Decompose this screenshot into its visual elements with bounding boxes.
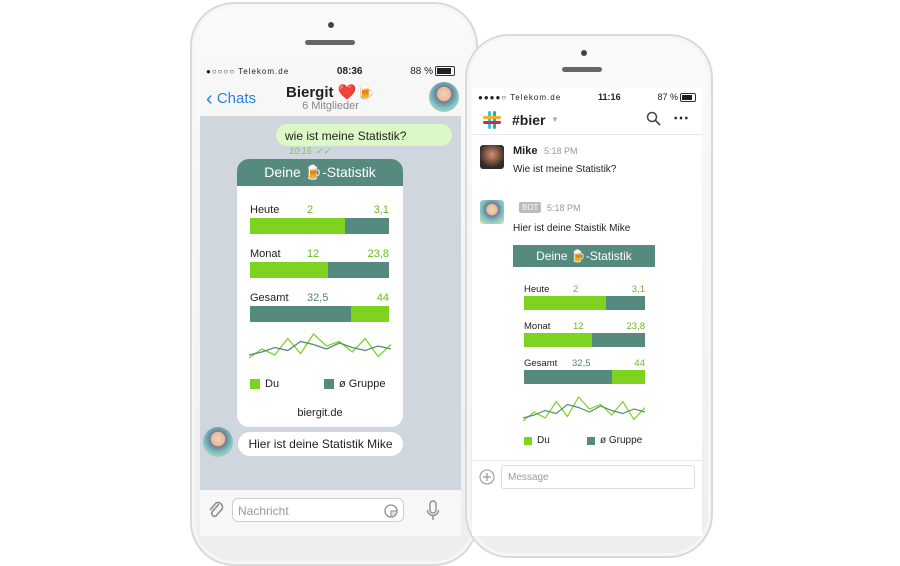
battery-status: 88 % bbox=[410, 66, 455, 77]
message-time: 5:18 PM bbox=[544, 146, 578, 156]
stat-group-value: 23,8 bbox=[367, 248, 389, 260]
sparkline-du bbox=[249, 333, 391, 359]
stat-bar bbox=[250, 218, 389, 234]
status-time: 08:36 bbox=[336, 65, 363, 77]
card-footer[interactable]: biergit.de bbox=[237, 407, 403, 419]
stat-group-value: 3,1 bbox=[631, 284, 645, 295]
stat-bar bbox=[250, 306, 389, 322]
microphone-icon[interactable] bbox=[426, 500, 440, 522]
battery-status: 87 % bbox=[657, 92, 696, 103]
message-input-bar: Nachricht bbox=[200, 489, 461, 536]
message-input[interactable]: Nachricht bbox=[232, 498, 404, 522]
sender-name[interactable]: Mike bbox=[513, 145, 537, 157]
status-time: 11:16 bbox=[598, 92, 621, 102]
divider bbox=[472, 460, 702, 461]
stat-bar-du bbox=[524, 333, 592, 347]
status-bar: ●●●●○ Telekom.de 11:16 87 % bbox=[472, 88, 702, 106]
read-checkmarks-icon: ✓✓ bbox=[315, 146, 331, 156]
stat-bar-du bbox=[351, 306, 389, 322]
mike-avatar[interactable] bbox=[480, 145, 504, 169]
legend-gruppe-swatch bbox=[587, 437, 595, 445]
legend-gruppe: ø Gruppe bbox=[339, 378, 386, 390]
message-time: 5:18 PM bbox=[547, 203, 581, 213]
legend-du: Du bbox=[537, 435, 550, 446]
message-text: Wie ist meine Statistik? bbox=[513, 164, 617, 175]
channel-header: #bier ▼ ⋯ bbox=[472, 106, 702, 135]
group-avatar[interactable] bbox=[429, 82, 459, 112]
chat-header: ‹ Chats Biergit ❤️🍺 6 Mitglieder bbox=[200, 80, 461, 117]
legend-du-swatch bbox=[524, 437, 532, 445]
stat-group-value: 44 bbox=[376, 292, 389, 304]
outgoing-message: wie ist meine Statistik?10:15 ✓✓ bbox=[276, 124, 452, 156]
stat-bar-du bbox=[524, 296, 607, 310]
plus-icon[interactable] bbox=[479, 469, 495, 485]
incoming-message: Hier ist deine Statistik Mike bbox=[238, 432, 403, 456]
slack-screen: ●●●●○ Telekom.de 11:16 87 % #bier ▼ ⋯ Mi… bbox=[472, 88, 702, 536]
bot-avatar[interactable] bbox=[480, 200, 504, 224]
card-title: Deine 🍺-Statistik bbox=[513, 245, 655, 267]
legend-du-swatch bbox=[250, 379, 260, 389]
chat-members: 6 Mitglieder bbox=[302, 100, 359, 112]
stat-group-value: 3,1 bbox=[373, 204, 389, 216]
channel-name[interactable]: #bier bbox=[512, 112, 545, 128]
stat-bar bbox=[524, 370, 645, 384]
card-title: Deine 🍺-Statistik bbox=[237, 159, 403, 186]
left-phone-speaker bbox=[305, 40, 355, 45]
stat-bar bbox=[524, 333, 645, 347]
battery-icon bbox=[679, 93, 696, 103]
paperclip-icon[interactable] bbox=[207, 500, 225, 520]
message-text: Hier ist deine Staistik Mike bbox=[513, 223, 631, 234]
chat-title[interactable]: Biergit ❤️🍺 bbox=[200, 83, 461, 101]
carrier: ●●●●○ Telekom.de bbox=[478, 92, 562, 102]
stat-group-value: 23,8 bbox=[626, 321, 646, 332]
stats-card: Deine 🍺-Statistik Du ø Gruppe biergit.de… bbox=[237, 159, 403, 427]
telegram-screen: ●○○○○ Telekom.de 08:36 88 % ‹ Chats Bier… bbox=[200, 62, 461, 536]
stat-bar-du bbox=[612, 370, 645, 384]
legend-gruppe-swatch bbox=[324, 379, 334, 389]
stat-bar-du bbox=[250, 218, 345, 234]
battery-icon bbox=[435, 65, 455, 76]
left-phone-camera bbox=[328, 22, 334, 28]
stat-bar bbox=[250, 262, 389, 278]
search-icon[interactable] bbox=[646, 111, 661, 126]
bot-badge: BOT bbox=[519, 202, 542, 213]
sticker-icon[interactable] bbox=[383, 503, 399, 519]
right-phone-camera bbox=[581, 50, 587, 56]
message-time: 10:15 bbox=[289, 146, 312, 156]
legend-gruppe: ø Gruppe bbox=[600, 435, 643, 446]
bot-avatar[interactable] bbox=[203, 427, 233, 457]
message-input[interactable]: Message bbox=[501, 465, 695, 489]
slack-logo-icon[interactable] bbox=[482, 110, 502, 130]
sparkline-du bbox=[523, 395, 645, 422]
stat-bar-du bbox=[250, 262, 328, 278]
sparkline-chart bbox=[249, 333, 391, 359]
stat-bar bbox=[524, 296, 645, 310]
carrier: ●○○○○ Telekom.de bbox=[206, 66, 290, 76]
sparkline-chart bbox=[523, 395, 645, 422]
legend-du: Du bbox=[265, 378, 280, 390]
caret-down-icon[interactable]: ▼ bbox=[551, 115, 559, 124]
right-phone-speaker bbox=[562, 67, 602, 72]
more-icon[interactable]: ⋯ bbox=[673, 108, 689, 128]
status-bar: ●○○○○ Telekom.de 08:36 88 % bbox=[200, 62, 461, 80]
stat-group-value: 44 bbox=[634, 358, 645, 369]
